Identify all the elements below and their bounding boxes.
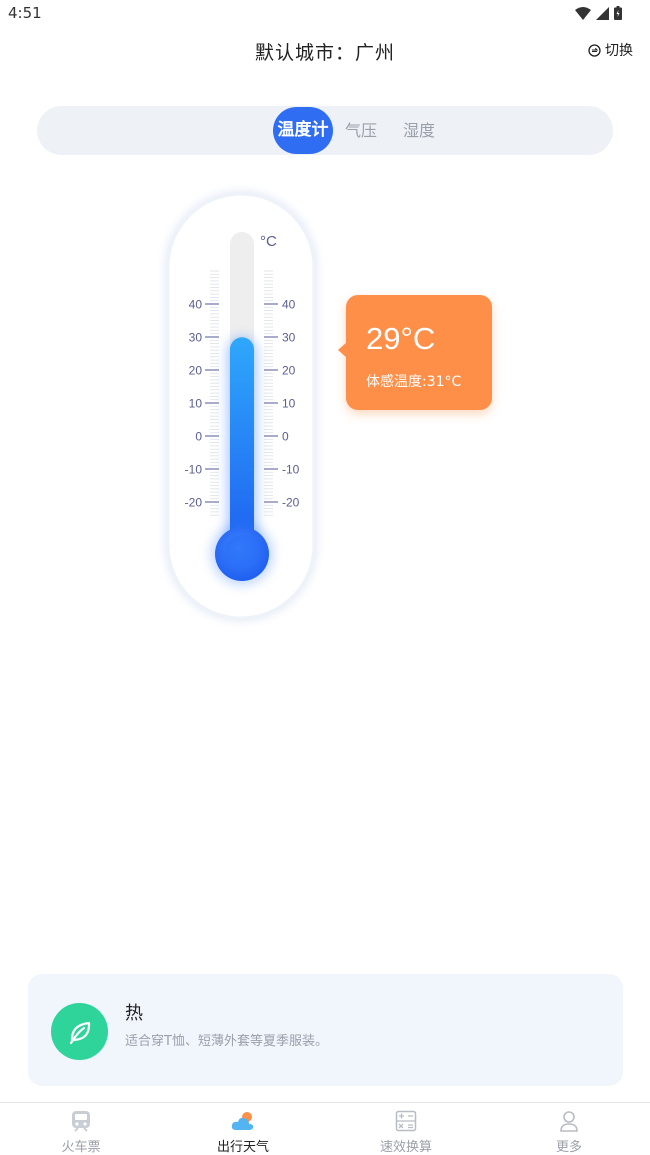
temperature-tooltip: 29°C 体感温度:31°C bbox=[338, 295, 492, 410]
feels-like-temperature: 体感温度:31°C bbox=[366, 374, 462, 390]
scale-label: 0 bbox=[282, 430, 289, 444]
scale-label: 0 bbox=[195, 430, 202, 444]
scale-label: -20 bbox=[282, 496, 300, 510]
scale-label: 30 bbox=[189, 331, 203, 345]
scale-label: -10 bbox=[185, 463, 203, 477]
user-icon bbox=[556, 1110, 582, 1132]
weather-icon bbox=[230, 1110, 256, 1132]
clothing-advice-card: 热 适合穿T恤、短薄外套等夏季服装。 bbox=[28, 974, 623, 1086]
scale-label: -10 bbox=[282, 463, 300, 477]
nav-label-weather: 出行天气 bbox=[216, 1140, 269, 1155]
feel-title: 热 bbox=[125, 1003, 143, 1024]
scale-label: 10 bbox=[189, 397, 203, 411]
mercury-bulb-inner bbox=[225, 535, 259, 569]
unit-label: °C bbox=[260, 233, 277, 250]
scale-label: 20 bbox=[189, 364, 203, 378]
scale-label: 10 bbox=[282, 397, 296, 411]
nav-item-more[interactable]: 更多 bbox=[488, 1103, 650, 1155]
current-temperature: 29°C bbox=[366, 321, 436, 356]
nav-item-train-tickets[interactable]: 火车票 bbox=[0, 1103, 162, 1155]
feel-description: 适合穿T恤、短薄外套等夏季服装。 bbox=[125, 1034, 328, 1049]
scale-label: 40 bbox=[282, 298, 296, 312]
nav-label-converter: 速效换算 bbox=[379, 1140, 432, 1155]
thermometer: 40 40 30 30 20 20 10 10 0 0 -10 -10 -20 -20 °C bbox=[166, 192, 316, 620]
scale-label: -20 bbox=[185, 496, 203, 510]
scale-label: 20 bbox=[282, 364, 296, 378]
scale-label: 30 bbox=[282, 331, 296, 345]
thermometer-panel: 40 40 30 30 20 20 10 10 0 0 -10 -10 -20 -20 °C 29°C 体… bbox=[0, 0, 650, 700]
leaf-icon bbox=[51, 1003, 108, 1060]
scale-label: 40 bbox=[189, 298, 203, 312]
bottom-nav: 火车票 出行天气 速效换算 更多 bbox=[0, 1102, 650, 1155]
mercury-column bbox=[230, 337, 254, 556]
train-icon bbox=[68, 1110, 94, 1132]
nav-label-train: 火车票 bbox=[61, 1140, 101, 1155]
nav-item-weather[interactable]: 出行天气 bbox=[162, 1103, 324, 1155]
calculator-icon bbox=[393, 1110, 419, 1132]
nav-label-more: 更多 bbox=[555, 1140, 582, 1155]
nav-item-converter[interactable]: 速效换算 bbox=[325, 1103, 487, 1155]
